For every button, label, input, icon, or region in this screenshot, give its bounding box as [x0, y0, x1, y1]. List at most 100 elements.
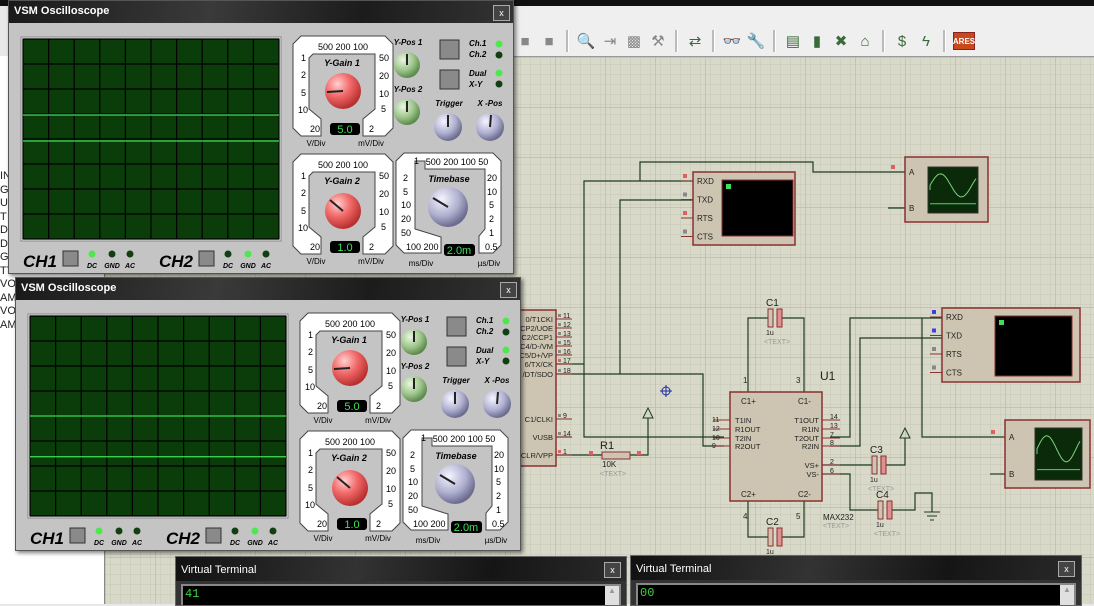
scale-label: 2: [301, 188, 306, 198]
ch1-coupling-button[interactable]: [62, 250, 79, 267]
ch2-coupling-button[interactable]: [198, 250, 215, 267]
scale-label: 2: [376, 401, 381, 411]
terminal-output[interactable]: 00 ▲: [636, 583, 1076, 605]
trigger-label: Trigger: [442, 376, 470, 385]
wire-autoroute-icon[interactable]: ⇄: [685, 31, 705, 51]
binoculars-search-icon[interactable]: 👓: [722, 31, 742, 51]
dual-mode-button[interactable]: [439, 69, 460, 90]
scale-label: 2: [489, 214, 494, 224]
gnd-label: GND: [111, 540, 127, 547]
close-button[interactable]: x: [604, 562, 621, 578]
dc-label: DC: [87, 263, 98, 270]
y-gain-2-dial[interactable]: 500 200 100 1 2 5 10 20 50 20 10 5 2 Y-G…: [299, 430, 401, 543]
u1-pin-name: R1IN: [802, 425, 819, 434]
sidebar-item[interactable]: D: [0, 224, 8, 236]
u1-pin-name: R2OUT: [735, 442, 761, 451]
sidebar-item[interactable]: D: [0, 238, 8, 250]
y-gain-2-dial[interactable]: 500 200 100 1 2 5 10 20 50 20 10 5 2 Y-G…: [292, 153, 394, 266]
oscilloscope-window[interactable]: VSM Oscilloscope x 500 200 100 1 2 5 10 …: [8, 0, 514, 274]
bill-of-materials-icon[interactable]: $: [892, 31, 912, 51]
stop-square[interactable]: ■: [515, 31, 535, 51]
timebase-label: Timebase: [435, 451, 476, 461]
scale-label: 1: [421, 433, 426, 443]
timebase-dial[interactable]: 1 500 200 100 50 2 5 10 20 50 100 200 20…: [395, 152, 502, 268]
timebase-dial[interactable]: 1 500 200 100 50 2 5 10 20 50 100 200 20…: [402, 429, 509, 545]
sidebar-item[interactable]: T: [0, 211, 7, 223]
y-gain-2-value: 1.0: [337, 242, 352, 254]
scrollbar[interactable]: ▲: [605, 586, 619, 605]
scrollbar[interactable]: ▲: [1060, 585, 1074, 605]
dc-led: [95, 527, 103, 535]
scale-label: 20: [386, 466, 396, 476]
ac-label: AC: [267, 540, 279, 547]
virtual-terminal-title-bar[interactable]: Virtual Terminal: [631, 556, 1081, 580]
scale-label: 20: [310, 242, 320, 252]
oscilloscope-symbol[interactable]: AB: [891, 156, 989, 223]
scale-label: 10: [401, 200, 411, 210]
unit-label: mV/Div: [365, 534, 391, 543]
scale-label: 50: [401, 228, 411, 238]
pin-state-indicator: [683, 211, 687, 215]
scale-label: 20: [494, 450, 504, 460]
property-tool-icon[interactable]: 🔧: [746, 31, 766, 51]
stop-square[interactable]: ■: [539, 31, 559, 51]
y-gain-1-dial[interactable]: 500 200 100 1 2 5 10 20 50 20 10 5 2 Y-G…: [292, 35, 394, 148]
oscilloscope-window[interactable]: VSM Oscilloscope x 500 200 100 1 2 5 10 …: [15, 277, 521, 551]
close-button[interactable]: x: [1058, 561, 1075, 577]
virtual-terminal-window[interactable]: Virtual Terminal x 41 ▲: [175, 556, 627, 606]
ch1-coupling-button[interactable]: [69, 527, 86, 544]
sidebar-item[interactable]: U: [0, 197, 8, 209]
pin-state-indicator: [683, 229, 687, 234]
vterm-pin-label: RXD: [946, 313, 963, 322]
hammer-icon[interactable]: ⚒: [648, 31, 668, 51]
u1-pin-name: R2IN: [802, 442, 819, 451]
y-gain-1-dial[interactable]: 500 200 100 1 2 5 10 20 50 20 10 5 2 Y-G…: [299, 312, 401, 425]
c3-value: 1u: [870, 477, 878, 484]
y-gain-1-value: 5.0: [337, 124, 352, 136]
pic-pin-name: VUSB: [533, 433, 553, 442]
scale-label: 20: [310, 124, 320, 134]
probe-icon[interactable]: ⇥: [600, 31, 620, 51]
x-pos-label: X -Pos: [477, 99, 503, 108]
scale-label: 5: [388, 381, 393, 391]
unit-label: V/Div: [306, 139, 325, 148]
scale-label: 50: [379, 53, 389, 63]
pic-pin-name: CP2/UOE: [520, 324, 553, 333]
delete-icon[interactable]: ✖: [831, 31, 851, 51]
ch2-coupling-button[interactable]: [205, 527, 222, 544]
c1-value: 1u: [766, 330, 774, 337]
y-pos-1-label: Y-Pos 1: [401, 315, 430, 324]
virtual-terminal-title-bar[interactable]: Virtual Terminal: [176, 557, 626, 581]
scope-pin-a: A: [1009, 433, 1015, 442]
terminal-output[interactable]: 41 ▲: [181, 584, 621, 605]
gnd-led: [115, 527, 123, 535]
oscilloscope-symbol[interactable]: AB: [991, 419, 1091, 489]
zoom-icon[interactable]: 🔍: [576, 31, 596, 51]
channel-select-button[interactable]: [446, 316, 467, 337]
channel-select-button[interactable]: [439, 39, 460, 60]
vterm-pin-label: TXD: [946, 332, 962, 341]
ch2-label: CH2: [159, 252, 194, 271]
netlist-icon[interactable]: ▤: [783, 31, 803, 51]
unit-label: mV/Div: [365, 416, 391, 425]
virtual-terminal-symbol[interactable]: RXD TXD RTS CTS: [930, 307, 1081, 383]
decompose-icon[interactable]: ⌂: [855, 31, 875, 51]
ares-icon[interactable]: ARES: [953, 32, 975, 50]
virtual-terminal-symbol[interactable]: RXD TXD RTS CTS: [681, 171, 796, 246]
dual-mode-button[interactable]: [446, 346, 467, 367]
scale-label: 5: [381, 104, 386, 114]
virtual-terminal-window[interactable]: Virtual Terminal x 00 ▲: [630, 555, 1082, 606]
u1-pin-number: 10: [712, 435, 720, 442]
electrical-rule-check-icon[interactable]: ϟ: [916, 31, 936, 51]
c2-ref: C2: [766, 517, 779, 528]
pic-pin-name: 6/TX/CK: [525, 360, 553, 369]
sidebar-item[interactable]: VO: [0, 305, 16, 317]
pin-state-indicator: [932, 328, 936, 333]
pic-pin-number: 9: [563, 413, 567, 420]
chip-icon[interactable]: ▩: [624, 31, 644, 51]
scale-label: 1: [489, 228, 494, 238]
sidebar-item[interactable]: VO: [0, 278, 16, 290]
vterm-pin-label: CTS: [946, 369, 962, 378]
page-icon[interactable]: ▮: [807, 31, 827, 51]
pin-state-indicator: [558, 332, 561, 335]
